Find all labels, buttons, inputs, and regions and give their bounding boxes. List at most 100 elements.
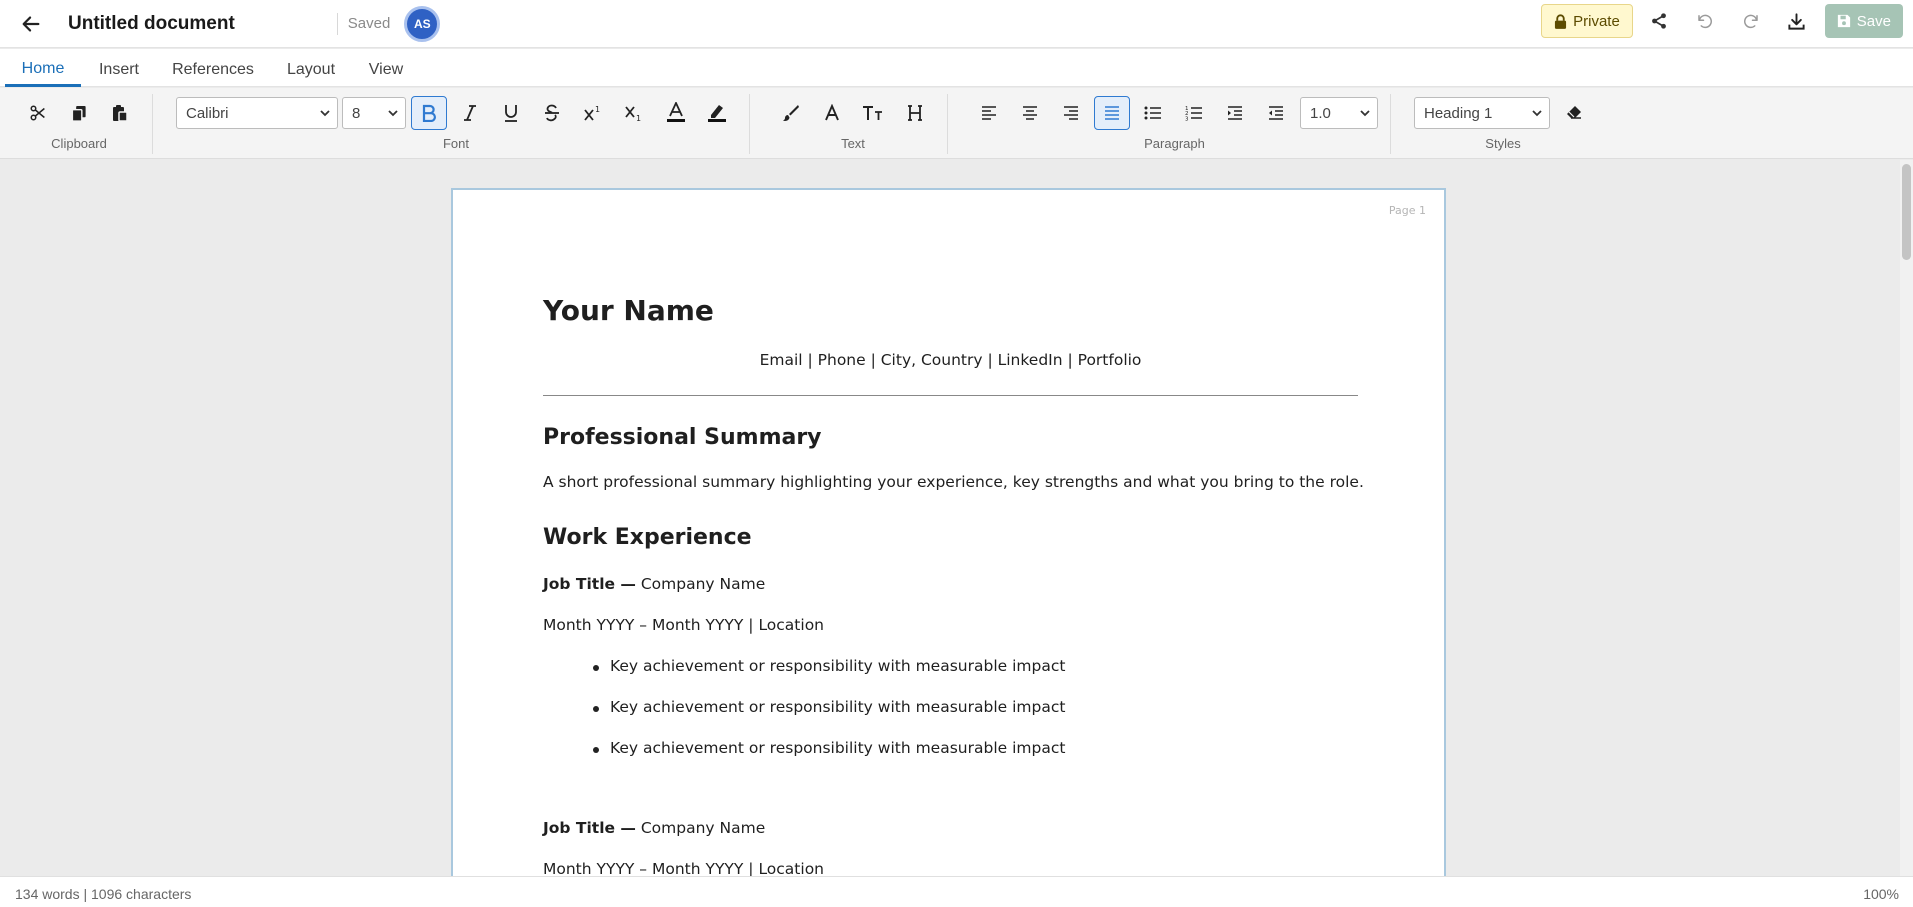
italic-button[interactable] (452, 96, 488, 130)
chevron-down-icon (320, 110, 330, 117)
undo-button[interactable] (1685, 4, 1725, 38)
font-family-select[interactable]: Calibri (176, 97, 338, 129)
tab-insert[interactable]: Insert (96, 49, 142, 87)
paragraph-style-select[interactable]: Heading 1 (1414, 97, 1550, 129)
job-title-line[interactable]: Job Title — Company Name (543, 575, 765, 593)
document-title[interactable]: Untitled document (68, 13, 235, 35)
font-size-select[interactable]: 8 (342, 97, 406, 129)
back-button[interactable] (16, 9, 46, 39)
ribbon-divider (1390, 94, 1391, 154)
cut-button[interactable] (20, 96, 56, 130)
status-bar: 134 words | 1096 characters 100% (0, 876, 1913, 907)
bullet-list-button[interactable] (1135, 96, 1171, 130)
justify-icon (1105, 106, 1119, 120)
word-count: 134 words | 1096 characters (15, 886, 192, 902)
horizontal-rule (543, 395, 1358, 396)
page-number: Page 1 (1388, 204, 1426, 217)
clipboard-group-label: Clipboard (51, 136, 107, 151)
font-family-value: Calibri (186, 104, 229, 122)
resume-name[interactable]: Your Name (543, 294, 714, 327)
text-style-icon (825, 104, 839, 121)
highlight-button[interactable] (699, 96, 735, 130)
format-painter-button[interactable] (773, 96, 809, 130)
font-color-button[interactable] (658, 96, 694, 130)
scissors-icon (30, 105, 45, 121)
tab-references[interactable]: References (170, 49, 256, 87)
underline-button[interactable] (493, 96, 529, 130)
heading-button[interactable] (897, 96, 933, 130)
subscript-button[interactable]: 1 (616, 96, 652, 130)
list-item[interactable]: Key achievement or responsibility with m… (592, 739, 1065, 757)
italic-icon (464, 105, 476, 121)
numbered-list-icon: 123 (1185, 106, 1202, 121)
summary-text[interactable]: A short professional summary highlightin… (543, 473, 1364, 491)
company-name: Company Name (635, 819, 766, 837)
share-icon (1651, 13, 1666, 29)
indent-icon (1228, 106, 1242, 120)
document-page[interactable]: Page 1 Your Name Email | Phone | City, C… (451, 188, 1446, 876)
private-label: Private (1573, 12, 1620, 30)
text-group-label: Text (841, 136, 865, 151)
job-title: Job Title — (543, 575, 636, 593)
text-size-icon (863, 106, 882, 120)
job-title-line[interactable]: Job Title — Company Name (543, 819, 765, 837)
download-button[interactable] (1777, 4, 1817, 38)
job-dates[interactable]: Month YYYY – Month YYYY | Location (543, 860, 824, 876)
text-size-button[interactable] (855, 96, 891, 130)
redo-button[interactable] (1731, 4, 1771, 38)
avatar[interactable]: AS (404, 5, 441, 42)
clear-formatting-button[interactable] (1556, 96, 1592, 130)
superscript-icon: 1 (584, 105, 600, 121)
paste-icon (113, 105, 128, 122)
text-style-button[interactable] (814, 96, 850, 130)
justify-button[interactable] (1094, 96, 1130, 130)
align-center-button[interactable] (1012, 96, 1048, 130)
superscript-button[interactable]: 1 (575, 96, 611, 130)
tab-home[interactable]: Home (5, 49, 81, 87)
redo-icon (1743, 14, 1758, 29)
svg-text:1: 1 (636, 114, 641, 122)
copy-icon (71, 105, 86, 122)
align-right-button[interactable] (1053, 96, 1089, 130)
vertical-scrollbar[interactable] (1900, 160, 1913, 876)
ribbon-divider (152, 94, 153, 154)
summary-heading[interactable]: Professional Summary (543, 425, 822, 450)
bold-button[interactable] (411, 96, 447, 130)
job-title: Job Title — (543, 819, 636, 837)
eraser-icon (1567, 106, 1581, 119)
line-spacing-select[interactable]: 1.0 (1300, 97, 1378, 129)
tab-layout[interactable]: Layout (283, 49, 339, 87)
list-item[interactable]: Key achievement or responsibility with m… (592, 657, 1065, 675)
share-button[interactable] (1639, 4, 1679, 38)
indent-button[interactable] (1217, 96, 1253, 130)
svg-text:1: 1 (595, 105, 600, 114)
align-right-icon (1064, 106, 1078, 120)
arrow-left-icon (22, 15, 40, 32)
bold-icon (422, 104, 436, 122)
zoom-level[interactable]: 100% (1863, 886, 1899, 902)
tab-view[interactable]: View (366, 49, 406, 87)
document-canvas: Page 1 Your Name Email | Phone | City, C… (0, 160, 1913, 876)
line-spacing-value: 1.0 (1310, 104, 1331, 122)
paste-button[interactable] (102, 96, 138, 130)
copy-button[interactable] (61, 96, 97, 130)
ribbon-divider (749, 94, 750, 154)
experience-heading[interactable]: Work Experience (543, 525, 752, 550)
job-dates[interactable]: Month YYYY – Month YYYY | Location (543, 616, 824, 634)
font-group-label: Font (442, 136, 469, 151)
scrollbar-thumb[interactable] (1902, 164, 1911, 260)
save-button[interactable]: Save (1824, 4, 1903, 38)
align-left-button[interactable] (971, 96, 1007, 130)
chevron-down-icon (388, 110, 398, 117)
private-button[interactable]: Private (1541, 4, 1633, 38)
list-item[interactable]: Key achievement or responsibility with m… (592, 698, 1065, 716)
align-left-icon (982, 106, 996, 120)
contact-line[interactable]: Email | Phone | City, Country | LinkedIn… (543, 351, 1358, 369)
numbered-list-button[interactable]: 123 (1176, 96, 1212, 130)
strikethrough-button[interactable] (534, 96, 570, 130)
subscript-icon: 1 (625, 106, 641, 122)
outdent-button[interactable] (1258, 96, 1294, 130)
save-label: Save (1856, 12, 1891, 30)
brush-icon (783, 105, 799, 121)
lock-icon (1555, 13, 1567, 29)
